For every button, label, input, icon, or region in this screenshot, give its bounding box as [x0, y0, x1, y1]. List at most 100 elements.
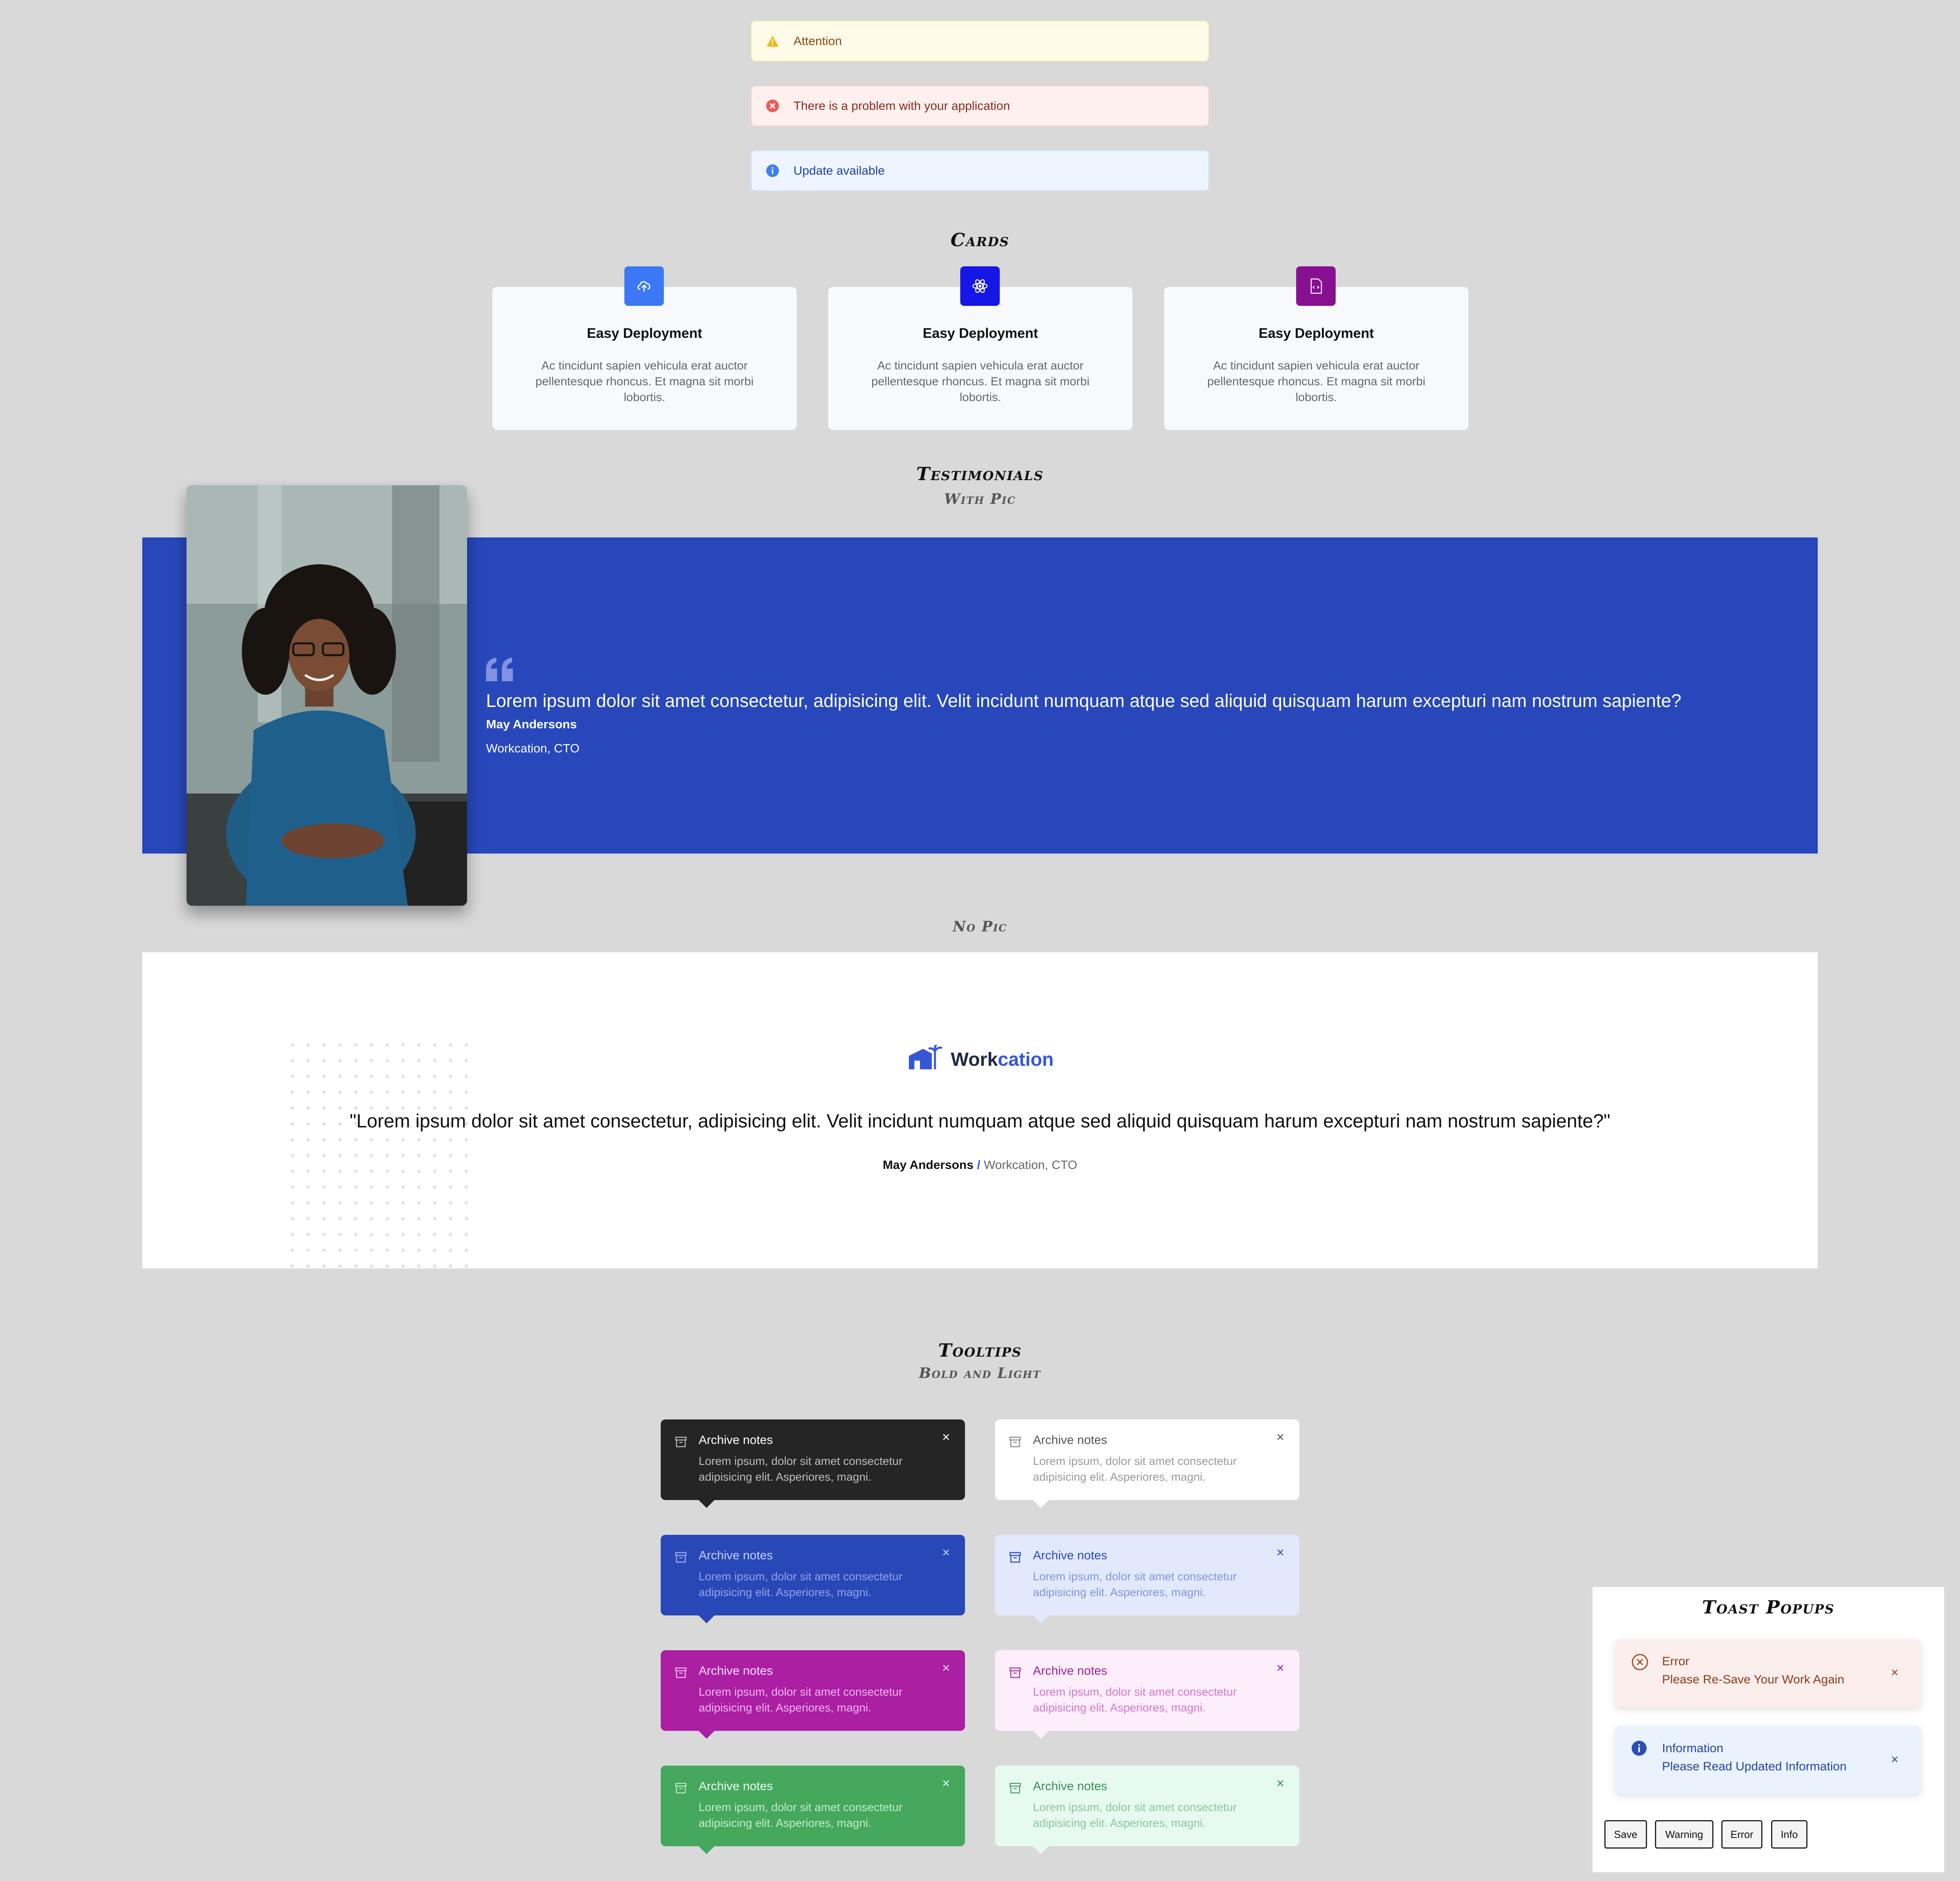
- feature-card: Easy Deployment Ac tincidunt sapien vehi…: [828, 287, 1133, 430]
- warning-button[interactable]: Warning: [1655, 1820, 1713, 1849]
- warning-icon: [766, 34, 779, 48]
- toast-error: Error Please Re-Save Your Work Again ×: [1615, 1639, 1920, 1707]
- card-body: Ac tincidunt sapien vehicula erat auctor…: [535, 359, 754, 404]
- tooltip-body: Lorem ipsum, dolor sit amet consectetur …: [1033, 1455, 1237, 1483]
- tooltip-body: Lorem ipsum, dolor sit amet consectetur …: [1033, 1570, 1237, 1599]
- archive-icon: [1009, 1667, 1021, 1678]
- logo-text-work: Work: [951, 1049, 998, 1070]
- tooltip-light: Archive notes Lorem ipsum, dolor sit ame…: [995, 1419, 1299, 1508]
- archive-icon: [675, 1667, 687, 1678]
- tooltip-title: Archive notes: [699, 1433, 773, 1447]
- card-title: Easy Deployment: [923, 326, 1038, 341]
- tooltip-arrow: [1032, 1845, 1050, 1854]
- toast-info: Information Please Read Updated Informat…: [1615, 1726, 1920, 1794]
- info-circle-icon: [766, 164, 779, 177]
- close-icon[interactable]: ×: [1276, 1661, 1284, 1675]
- card-title: Easy Deployment: [587, 326, 702, 341]
- tooltip-arrow: [698, 1845, 715, 1854]
- tooltip-blue-light: Archive notes Lorem ipsum, dolor sit ame…: [995, 1535, 1299, 1623]
- tooltip-title: Archive notes: [699, 1548, 773, 1562]
- tooltips-subtitle: Bold and Light: [919, 1365, 1041, 1382]
- testimonials-section-title: Testimonials: [916, 463, 1044, 484]
- close-icon[interactable]: ×: [1891, 1752, 1898, 1767]
- close-icon[interactable]: ×: [1891, 1665, 1898, 1680]
- close-icon[interactable]: ×: [942, 1661, 950, 1675]
- card-body: Ac tincidunt sapien vehicula erat auctor…: [1207, 359, 1425, 404]
- tooltip-title: Archive notes: [699, 1779, 773, 1793]
- logo-text-cation: cation: [998, 1049, 1054, 1070]
- error-circle-icon: [766, 99, 779, 113]
- archive-icon: [1009, 1552, 1021, 1563]
- error-button[interactable]: Error: [1721, 1820, 1762, 1849]
- alert-info-text: Update available: [793, 164, 885, 177]
- tooltip-green-light: Archive notes Lorem ipsum, dolor sit ame…: [995, 1766, 1299, 1854]
- tooltip-arrow: [698, 1615, 715, 1623]
- testimonial-quote: Lorem ipsum dolor sit amet consectetur, …: [486, 690, 1681, 711]
- alert-error-text: There is a problem with your application: [793, 99, 1010, 113]
- atom-icon: [960, 266, 1000, 306]
- tooltip-body: Lorem ipsum, dolor sit amet consectetur …: [699, 1455, 903, 1483]
- close-icon[interactable]: ×: [942, 1546, 950, 1559]
- archive-icon: [675, 1436, 687, 1448]
- tooltip-title: Archive notes: [1033, 1779, 1107, 1793]
- save-button[interactable]: Save: [1604, 1820, 1647, 1849]
- workcation-logo-text: Workcation: [951, 1049, 1054, 1071]
- alert-warning-text: Attention: [793, 34, 842, 48]
- tooltip-green-bold: Archive notes Lorem ipsum, dolor sit ame…: [661, 1766, 965, 1854]
- toast-title: Error: [1662, 1654, 1689, 1668]
- tooltip-arrow: [1032, 1615, 1050, 1623]
- testimonial-author-role: Workcation, CTO: [984, 1158, 1078, 1172]
- toast-section-title: Toast Popups: [1702, 1596, 1835, 1618]
- tooltip-dark: Archive notes Lorem ipsum, dolor sit ame…: [661, 1419, 965, 1508]
- cloud-upload-icon: [624, 266, 664, 306]
- alert-error: There is a problem with your application: [751, 85, 1209, 126]
- tooltip-title: Archive notes: [1033, 1433, 1107, 1447]
- close-icon[interactable]: ×: [1276, 1546, 1284, 1559]
- archive-icon: [675, 1552, 687, 1563]
- error-circle-icon: [1632, 1654, 1648, 1670]
- workcation-logo-icon: [907, 1044, 944, 1072]
- tooltip-arrow: [698, 1730, 715, 1739]
- tooltip-blue-bold: Archive notes Lorem ipsum, dolor sit ame…: [661, 1535, 965, 1623]
- tooltip-body: Lorem ipsum, dolor sit amet consectetur …: [1033, 1686, 1237, 1714]
- cards-section-title: Cards: [950, 229, 1010, 251]
- toast-title: Information: [1662, 1741, 1724, 1755]
- tooltip-title: Archive notes: [699, 1664, 773, 1677]
- testimonials-no-pic-subtitle: No Pic: [953, 918, 1007, 935]
- archive-icon: [1009, 1436, 1021, 1448]
- quote-icon: [486, 658, 514, 683]
- tooltip-body: Lorem ipsum, dolor sit amet consectetur …: [699, 1686, 903, 1714]
- tooltip-arrow: [1032, 1730, 1050, 1739]
- attribution-separator: /: [977, 1158, 980, 1172]
- card-title: Easy Deployment: [1259, 326, 1374, 341]
- archive-icon: [1009, 1783, 1021, 1794]
- alert-warning: Attention: [751, 21, 1209, 62]
- dot-pattern: [285, 1037, 478, 1268]
- card-body: Ac tincidunt sapien vehicula erat auctor…: [871, 359, 1089, 404]
- close-icon[interactable]: ×: [1276, 1777, 1284, 1790]
- tooltip-magenta-light: Archive notes Lorem ipsum, dolor sit ame…: [995, 1650, 1299, 1739]
- testimonial-author-role: Workcation, CTO: [486, 741, 580, 755]
- toast-message: Please Re-Save Your Work Again: [1662, 1672, 1845, 1686]
- close-icon[interactable]: ×: [1276, 1431, 1284, 1444]
- testimonial-attribution: May Andersons / Workcation, CTO: [142, 1158, 1818, 1172]
- feature-card: Easy Deployment Ac tincidunt sapien vehi…: [492, 287, 797, 430]
- close-icon[interactable]: ×: [942, 1777, 950, 1790]
- tooltip-magenta-bold: Archive notes Lorem ipsum, dolor sit ame…: [661, 1650, 965, 1739]
- close-icon[interactable]: ×: [942, 1431, 950, 1444]
- tooltip-body: Lorem ipsum, dolor sit amet consectetur …: [699, 1801, 903, 1830]
- feature-card: Easy Deployment Ac tincidunt sapien vehi…: [1164, 287, 1468, 430]
- alert-info: Update available: [751, 150, 1209, 191]
- archive-icon: [675, 1783, 687, 1794]
- tooltip-arrow: [698, 1499, 715, 1508]
- tooltip-arrow: [1032, 1499, 1050, 1508]
- tooltip-body: Lorem ipsum, dolor sit amet consectetur …: [699, 1570, 903, 1599]
- tooltips-section-title: Tooltips: [938, 1340, 1022, 1361]
- testimonial-author-name: May Andersons: [486, 717, 577, 731]
- tooltip-body: Lorem ipsum, dolor sit amet consectetur …: [1033, 1801, 1237, 1830]
- testimonial-photo: [187, 485, 467, 906]
- info-button[interactable]: Info: [1771, 1820, 1807, 1849]
- tooltip-title: Archive notes: [1033, 1548, 1107, 1562]
- toast-message: Please Read Updated Information: [1662, 1759, 1847, 1773]
- info-circle-icon: [1632, 1741, 1647, 1756]
